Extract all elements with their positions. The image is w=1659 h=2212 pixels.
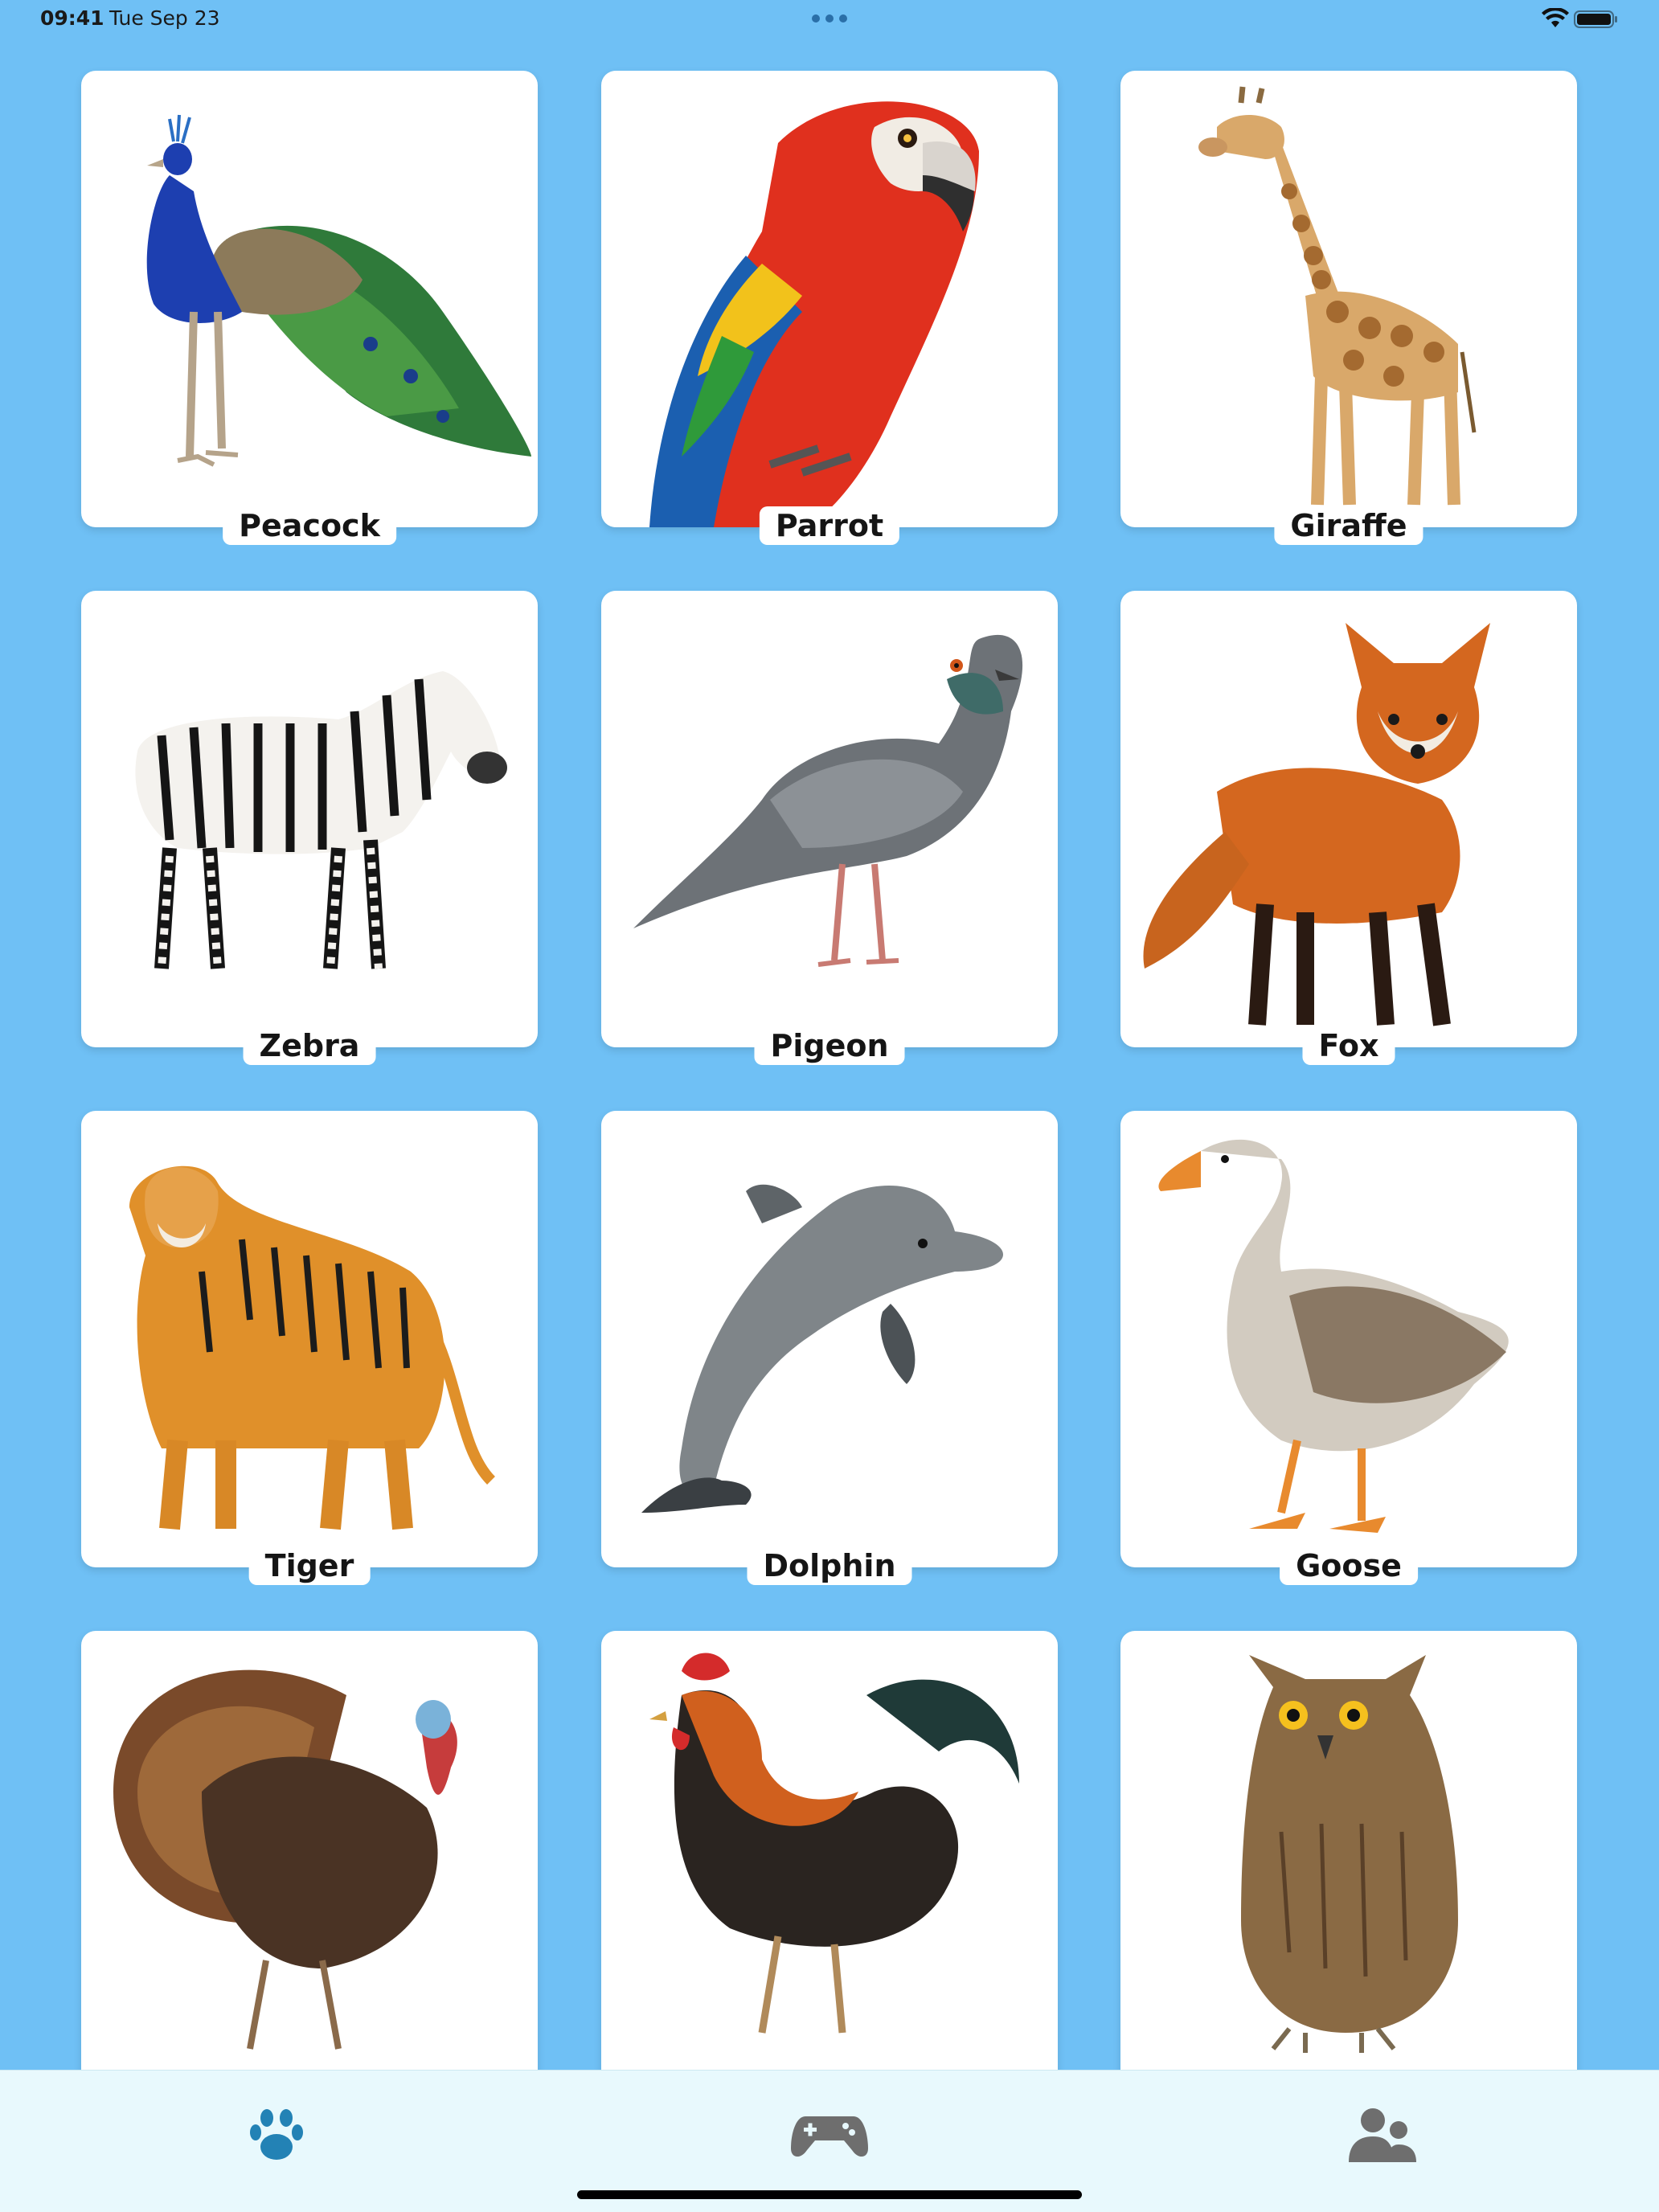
animal-card-tiger[interactable]: Tiger [81, 1111, 538, 1585]
animal-label: Tiger [248, 1546, 371, 1585]
owl-image [1241, 1655, 1458, 2053]
goose-image [1158, 1139, 1509, 1533]
animal-card-rooster[interactable] [601, 1631, 1058, 2070]
animal-label: Peacock [223, 506, 396, 545]
tiger-image [129, 1165, 496, 1530]
animal-card-dolphin[interactable]: Dolphin [601, 1111, 1058, 1585]
animal-label: Pigeon [754, 1026, 905, 1065]
animal-card-owl[interactable] [1120, 1631, 1577, 2070]
animal-card-pigeon[interactable]: Pigeon [601, 591, 1058, 1065]
pigeon-image [633, 634, 1023, 967]
home-indicator[interactable] [577, 2190, 1082, 2199]
users-icon [1349, 2108, 1416, 2162]
turkey-image [113, 1669, 457, 2050]
animal-label: Parrot [759, 506, 900, 545]
animal-label: Fox [1302, 1026, 1395, 1065]
animal-card-zebra[interactable]: Zebra [81, 591, 538, 1065]
animal-grid: Peacock Parrot Giraffe Zebra Pigeon Fox … [0, 0, 1659, 2070]
dolphin-image [641, 1184, 1003, 1513]
animal-label: Dolphin [747, 1546, 912, 1585]
giraffe-image [1198, 86, 1477, 506]
animal-card-fox[interactable]: Fox [1120, 591, 1577, 1065]
animal-card-parrot[interactable]: Parrot [601, 71, 1058, 545]
fox-image [1143, 623, 1490, 1026]
tab-animals[interactable] [228, 2095, 325, 2175]
animal-label: Goose [1280, 1546, 1418, 1585]
paw-icon [250, 2109, 303, 2160]
tab-profiles[interactable] [1334, 2095, 1431, 2175]
tab-games[interactable] [781, 2095, 878, 2175]
zebra-image [135, 671, 507, 969]
animal-label: Giraffe [1274, 506, 1423, 545]
parrot-image [649, 101, 979, 527]
animal-card-giraffe[interactable]: Giraffe [1120, 71, 1577, 545]
gamepad-icon [791, 2116, 868, 2157]
animal-card-turkey[interactable] [81, 1631, 538, 2070]
peacock-image [146, 114, 531, 467]
animal-card-peacock[interactable]: Peacock [81, 71, 538, 545]
animal-label: Zebra [243, 1026, 376, 1065]
animal-card-goose[interactable]: Goose [1120, 1111, 1577, 1585]
rooster-image [649, 1653, 1019, 2034]
